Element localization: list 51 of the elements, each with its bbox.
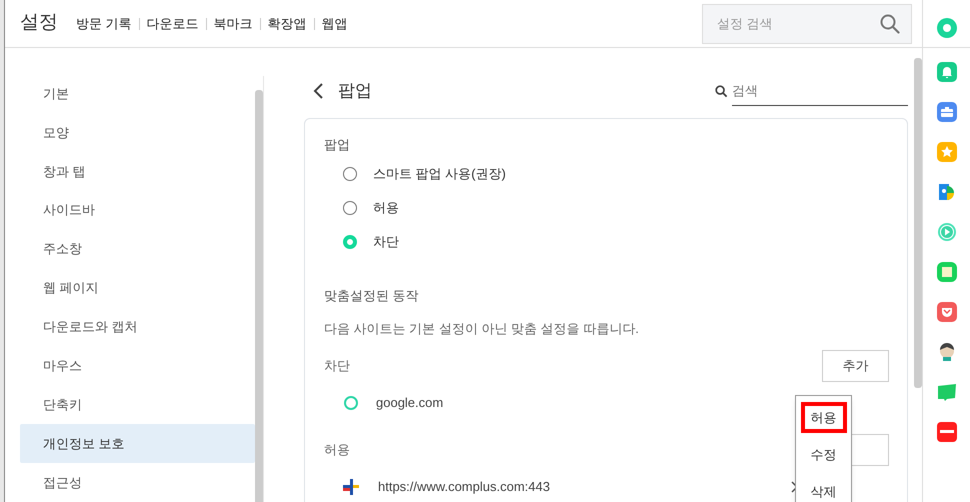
header-link[interactable]: 방문 기록 (76, 14, 132, 34)
square-app-icon[interactable] (936, 262, 956, 282)
add-button[interactable]: 추가 (822, 350, 889, 382)
site-logo-icon (342, 478, 360, 496)
nav-item[interactable]: 마우스 (20, 346, 255, 386)
settings-search-field[interactable]: 설정 검색 (702, 4, 912, 44)
header-link[interactable]: 북마크 (214, 14, 253, 34)
search-icon[interactable] (715, 84, 728, 98)
header-link[interactable]: 웹앱 (322, 14, 348, 34)
site-icon (344, 396, 358, 410)
site-url[interactable]: https://www.complus.com:443 (378, 476, 550, 496)
menu-item[interactable]: 허용 (800, 402, 846, 433)
list-heading: 허용 (324, 440, 350, 459)
content-scrollbar[interactable] (914, 58, 922, 388)
nav-item[interactable]: 개인정보 보호 (20, 424, 255, 464)
radio-button[interactable] (343, 234, 357, 248)
nav-item[interactable]: 모양 (20, 112, 255, 152)
page-title: 팝업 (338, 80, 372, 102)
nav-item[interactable]: 기본 (20, 74, 255, 113)
nav-item[interactable]: 창과 탭 (20, 152, 255, 191)
bell-icon[interactable] (936, 62, 956, 82)
radio-button[interactable] (343, 200, 357, 214)
radio-label: 허용 (373, 198, 399, 217)
header-link[interactable]: 다운로드 (146, 14, 199, 34)
page-search-field[interactable]: 검색 (732, 76, 908, 106)
nav-item[interactable]: 웹 페이지 (20, 268, 255, 308)
briefcase-icon[interactable] (936, 102, 956, 122)
menu-item[interactable]: 삭제 (800, 476, 846, 502)
ring-app-icon[interactable] (936, 16, 958, 38)
section-heading: 맞춤설정된 동작 (324, 286, 420, 304)
nav-item[interactable]: 사이드바 (20, 190, 255, 230)
menu-item[interactable]: 수정 (800, 439, 846, 470)
back-icon[interactable] (312, 82, 324, 100)
header-link[interactable]: 확장앱 (268, 14, 307, 34)
section-description: 다음 사이트는 기본 설정이 아닌 맞춤 설정을 따릅니다. (324, 320, 640, 338)
settings-title: 설정 (20, 11, 58, 36)
pocket-icon[interactable] (936, 302, 956, 322)
search-icon[interactable] (880, 14, 900, 34)
section-heading: 팝업 (324, 136, 351, 154)
radio-button[interactable] (343, 166, 357, 180)
nav-item[interactable]: 단축키 (20, 385, 255, 424)
radio-label: 스마트 팝업 사용(권장) (373, 164, 506, 183)
list-heading: 차단 (324, 356, 350, 375)
play-icon[interactable] (936, 222, 956, 242)
nav-item[interactable]: 주소창 (20, 230, 255, 269)
site-url: google.com (376, 394, 444, 412)
bird-app-icon[interactable] (936, 182, 956, 202)
nav-scrollbar[interactable] (255, 90, 263, 502)
nav-item[interactable]: 다운로드와 캡처 (20, 307, 255, 346)
radio-label: 차단 (373, 232, 399, 251)
nav-item[interactable]: 접근성 (20, 463, 255, 502)
